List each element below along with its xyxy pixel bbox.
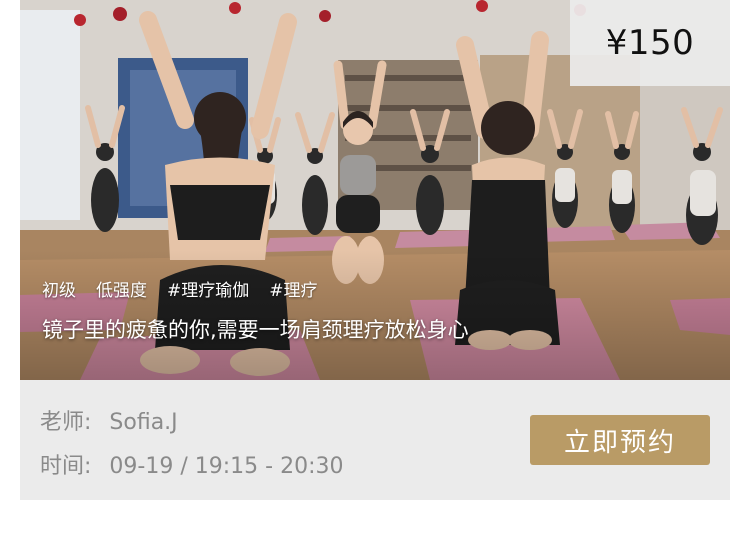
time-row: 时间: 09-19 / 19:15 - 20:30 xyxy=(40,448,343,480)
tag-intensity: 低强度 xyxy=(96,281,147,301)
time-value: 09-19 / 19:15 - 20:30 xyxy=(109,454,344,479)
tag-level: 初级 xyxy=(42,281,76,301)
price-text: ¥150 xyxy=(605,23,695,63)
book-now-button[interactable]: 立即预约 xyxy=(530,415,710,465)
class-photo[interactable]: ¥150 初级 低强度 #理疗瑜伽 #理疗 镜子里的疲惫的你,需要一场肩颈理疗放… xyxy=(20,0,730,380)
tag-therapy[interactable]: #理疗 xyxy=(269,276,317,301)
tag-list: 初级 低强度 #理疗瑜伽 #理疗 xyxy=(42,276,318,301)
teacher-label: 老师: xyxy=(40,410,92,435)
tag-therapy-yoga[interactable]: #理疗瑜伽 xyxy=(167,276,249,301)
price-badge: ¥150 xyxy=(570,0,730,86)
course-card[interactable]: ¥150 初级 低强度 #理疗瑜伽 #理疗 镜子里的疲惫的你,需要一场肩颈理疗放… xyxy=(20,0,730,500)
course-subtitle: 镜子里的疲惫的你,需要一场肩颈理疗放松身心 xyxy=(42,318,469,342)
teacher-name: Sofia.J xyxy=(109,410,178,435)
teacher-row: 老师: Sofia.J xyxy=(40,404,178,436)
time-label: 时间: xyxy=(40,454,92,479)
